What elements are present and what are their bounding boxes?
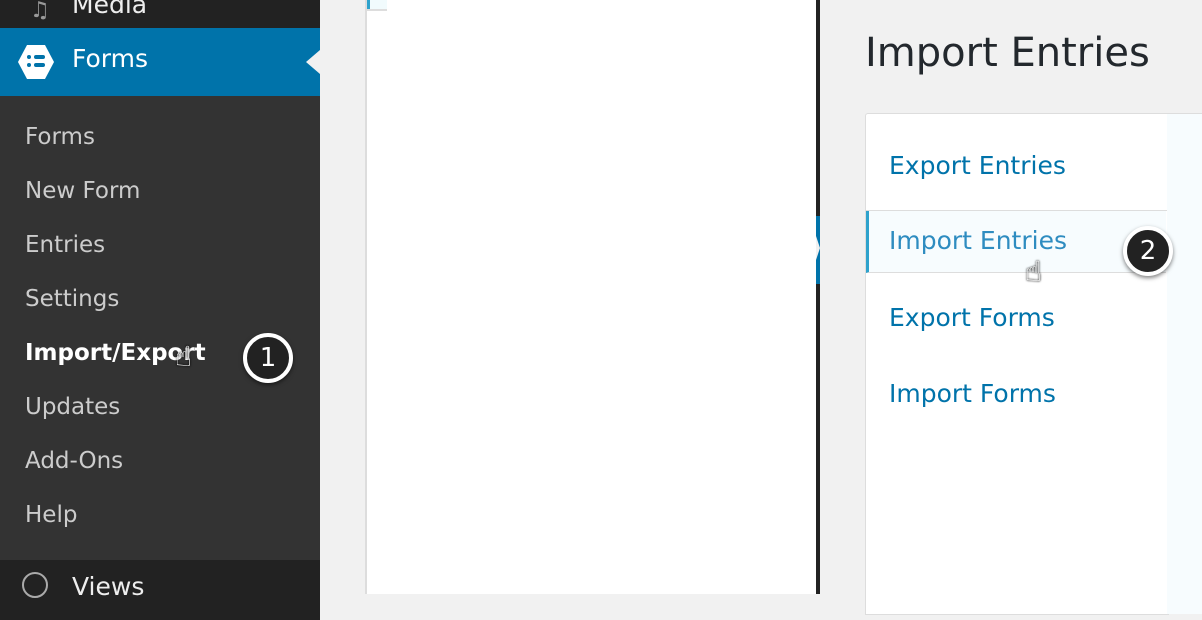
forms-submenu: Forms New Form Entries Settings Import/E…: [0, 110, 320, 542]
right-screenshot-panel: Import Entries Export Entries Import Ent…: [820, 0, 1202, 615]
tab-export-entries[interactable]: Export Entries: [866, 136, 1168, 211]
music-notes-icon: ♫: [30, 0, 50, 23]
menu-item-media[interactable]: ♫ Media: [0, 0, 320, 28]
submenu-item-forms[interactable]: Forms: [0, 110, 320, 164]
forms-hexagon-list-icon: [18, 45, 54, 79]
submenu-item-new-form[interactable]: New Form: [0, 164, 320, 218]
vertical-tabs: Export Entries Import Entries Export For…: [865, 113, 1169, 615]
current-menu-arrow: [306, 50, 320, 74]
menu-item-views[interactable]: Views: [0, 560, 320, 620]
submenu-item-add-ons[interactable]: Add-Ons: [0, 434, 320, 488]
step-badge-2: 2: [1123, 226, 1173, 276]
admin-sidebar: ♫ Media Forms Forms New Form Entries Set…: [0, 0, 320, 620]
submenu-item-updates[interactable]: Updates: [0, 380, 320, 434]
menu-item-label: Forms: [72, 44, 149, 73]
partial-tab: [367, 0, 387, 11]
left-screenshot-panel: ♫ Media Forms Forms New Form Entries Set…: [0, 0, 816, 620]
hand-pointer-cursor-icon: ☝: [175, 340, 193, 373]
submenu-item-entries[interactable]: Entries: [0, 218, 320, 272]
views-globe-icon: [22, 572, 48, 598]
menu-item-label: Views: [72, 572, 145, 601]
step-badge-1: 1: [243, 333, 293, 383]
tab-content-area: [1167, 113, 1202, 614]
hand-pointer-cursor-icon: ☝: [1025, 255, 1043, 288]
tab-export-forms[interactable]: Export Forms: [866, 288, 1168, 348]
tab-import-forms[interactable]: Import Forms: [866, 364, 1168, 424]
content-panel: [367, 0, 816, 594]
submenu-item-help[interactable]: Help: [0, 488, 320, 542]
menu-item-forms[interactable]: Forms: [0, 28, 320, 96]
page-title: Import Entries: [865, 30, 1150, 76]
submenu-item-settings[interactable]: Settings: [0, 272, 320, 326]
menu-item-label: Media: [72, 0, 148, 19]
tab-import-entries[interactable]: Import Entries: [866, 211, 1166, 273]
